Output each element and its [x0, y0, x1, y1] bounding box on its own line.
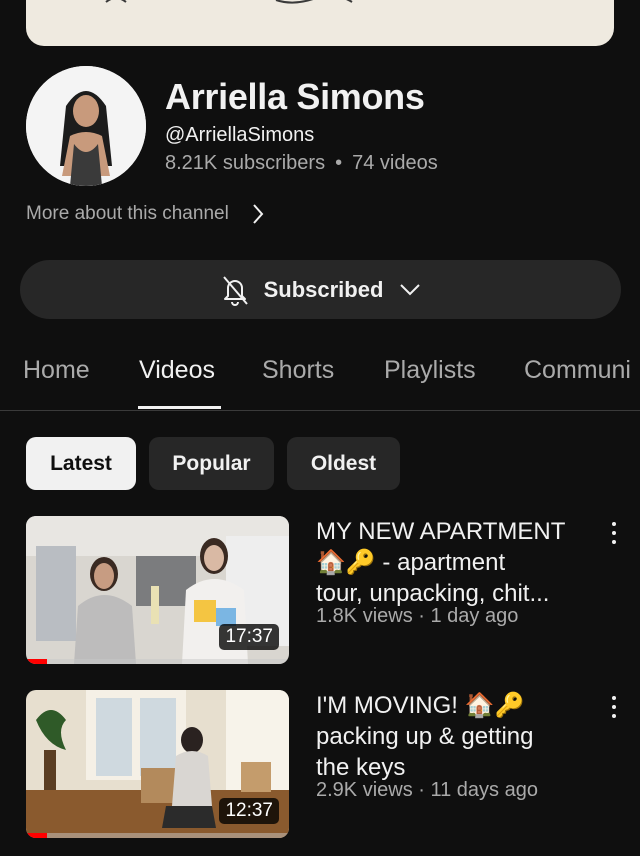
filter-popular-chip[interactable]: Popular: [149, 437, 274, 490]
watch-progress-track: [47, 659, 289, 664]
more-about-label: More about this channel: [26, 203, 229, 224]
channel-avatar[interactable]: [26, 66, 146, 186]
tab-playlists[interactable]: Playlists: [384, 356, 476, 385]
chevron-down-icon: [400, 283, 421, 295]
video-meta: 1.8K views · 1 day ago: [316, 605, 519, 627]
video-count: 74 videos: [352, 152, 438, 174]
more-about-channel-link[interactable]: More about this channel: [26, 203, 265, 225]
video-meta: 2.9K views · 11 days ago: [316, 779, 538, 801]
video-title[interactable]: I'M MOVING! 🏠🔑 packing up & getting the …: [316, 690, 594, 783]
filter-oldest-chip[interactable]: Oldest: [287, 437, 400, 490]
tab-home[interactable]: Home: [23, 356, 90, 385]
channel-handle: @ArriellaSimons: [165, 124, 315, 146]
watch-progress-bar: [26, 833, 48, 838]
watch-progress-track: [47, 833, 289, 838]
stats-separator: •: [335, 152, 343, 174]
channel-banner: [26, 0, 614, 46]
bell-off-icon: [222, 275, 248, 306]
video-item[interactable]: 12:37 I'M MOVING! 🏠🔑 packing up & gettin…: [0, 690, 640, 840]
watch-progress-bar: [26, 659, 48, 664]
more-options-icon[interactable]: [606, 696, 622, 722]
video-title-line: MY NEW APARTMENT: [316, 518, 566, 545]
video-title-line: 🏠🔑 - apartment: [316, 549, 506, 576]
video-thumbnail[interactable]: 12:37: [26, 690, 289, 838]
tab-shorts[interactable]: Shorts: [262, 356, 334, 385]
filter-latest-chip[interactable]: Latest: [26, 437, 136, 490]
active-tab-indicator: [138, 406, 221, 409]
tab-videos[interactable]: Videos: [139, 356, 215, 385]
subscribed-button[interactable]: Subscribed: [20, 260, 621, 319]
channel-stats: 8.21K subscribers • 74 videos: [165, 152, 438, 175]
subscriber-count: 8.21K subscribers: [165, 152, 326, 174]
video-title-line: packing up & getting: [316, 723, 534, 750]
tab-community[interactable]: Communi: [524, 356, 631, 385]
video-duration: 17:37: [219, 624, 279, 650]
more-options-icon[interactable]: [606, 522, 622, 548]
chevron-right-icon: [253, 204, 264, 224]
video-title[interactable]: MY NEW APARTMENT 🏠🔑 - apartment tour, un…: [316, 516, 594, 609]
video-thumbnail[interactable]: 17:37: [26, 516, 289, 664]
video-item[interactable]: 17:37 MY NEW APARTMENT 🏠🔑 - apartment to…: [0, 516, 640, 666]
channel-tabs: Home Videos Shorts Playlists Communi: [0, 350, 640, 411]
video-title-line: I'M MOVING! 🏠🔑: [316, 692, 525, 719]
video-duration: 12:37: [219, 798, 279, 824]
subscribed-label: Subscribed: [263, 276, 384, 302]
channel-name: Arriella Simons: [165, 76, 425, 117]
